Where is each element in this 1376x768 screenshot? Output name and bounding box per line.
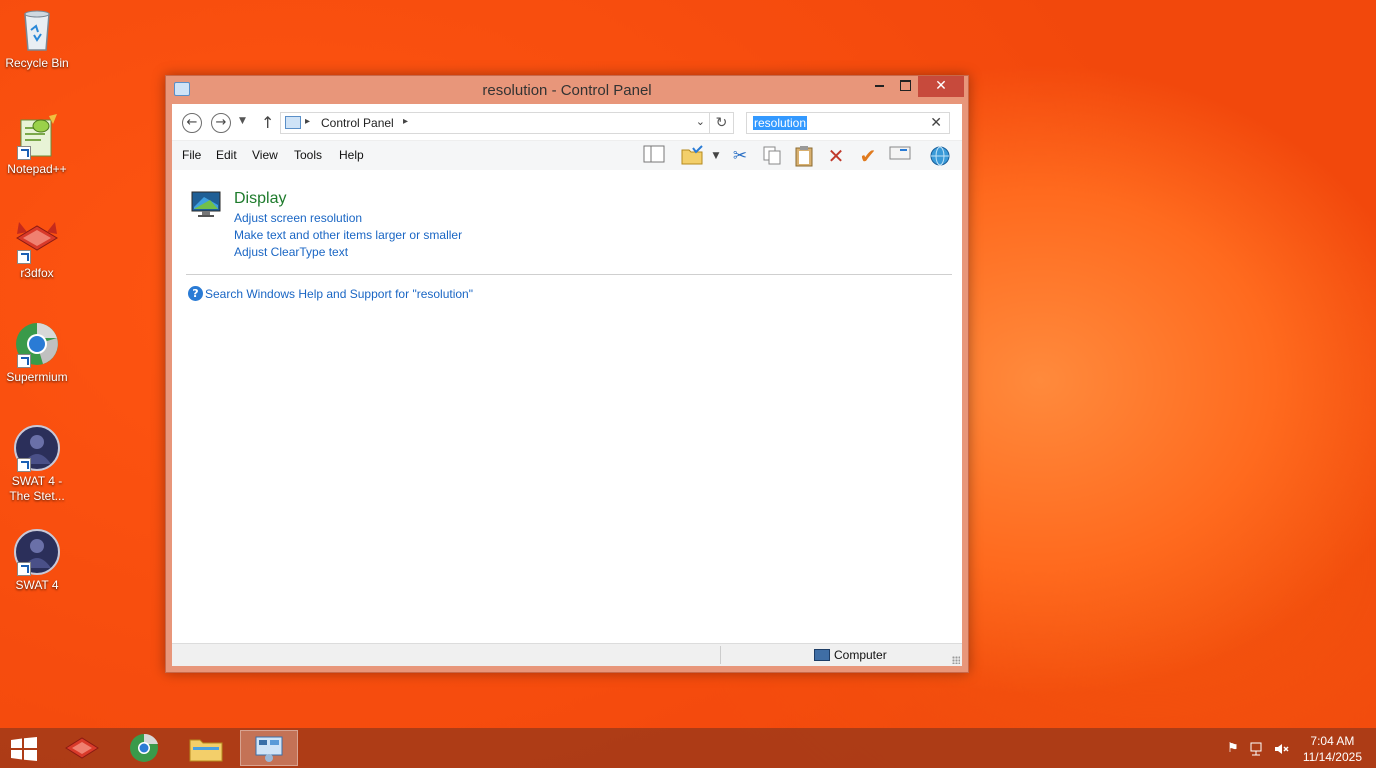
up-button[interactable]: ↑	[261, 113, 274, 132]
notepad-plus-plus-icon	[13, 112, 61, 160]
clock-time: 7:04 AM	[1310, 734, 1355, 748]
shortcut-arrow-icon	[17, 146, 31, 160]
desktop-icon-notepad-plus-plus[interactable]: Notepad++	[0, 112, 74, 177]
chevron-down-icon[interactable]: ⌄	[696, 115, 705, 128]
shortcut-arrow-icon	[17, 250, 31, 264]
chevron-right-icon[interactable]: ▸	[305, 116, 310, 127]
menu-bar: File Edit View Tools Help ▼ ✂ ✕ ✔	[172, 140, 962, 170]
shortcut-arrow-icon	[17, 354, 31, 368]
search-input-value[interactable]: resolution	[753, 116, 808, 130]
windows-logo-icon	[11, 737, 37, 761]
navigation-bar: ← → ▼ ↑ ▸ Control Panel ▸ ⌄ ↻ resolution…	[172, 104, 962, 140]
forward-button[interactable]: →	[211, 113, 231, 133]
taskbar: ⚑ 7:04 AM 11/14/2025	[0, 728, 1376, 768]
copy-icon[interactable]	[760, 145, 784, 167]
taskbar-file-explorer[interactable]	[177, 730, 235, 766]
file-explorer-icon	[189, 739, 223, 762]
desktop-icon-supermium[interactable]: Supermium	[0, 320, 74, 385]
breadcrumb-control-panel[interactable]: Control Panel	[321, 116, 394, 130]
clock-date: 11/14/2025	[1302, 750, 1362, 764]
help-question-icon: ?	[188, 286, 203, 301]
volume-muted-icon[interactable]	[1273, 741, 1289, 757]
clear-search-icon[interactable]: ✕	[930, 114, 942, 131]
desktop-icon-swat4[interactable]: SWAT 4	[0, 528, 74, 593]
taskbar-r3dfox[interactable]	[53, 730, 111, 766]
menu-help[interactable]: Help	[339, 148, 364, 162]
text-size-link[interactable]: Make text and other items larger or smal…	[234, 228, 462, 242]
taskbar-supermium[interactable]	[115, 730, 173, 766]
desktop-icon-label: SWAT 4 -	[11, 474, 63, 488]
search-input[interactable]: resolution ✕	[746, 112, 950, 134]
supermium-icon	[13, 320, 61, 368]
action-center-flag-icon[interactable]: ⚑	[1225, 741, 1241, 757]
globe-icon[interactable]	[928, 145, 952, 167]
desktop-icon-r3dfox[interactable]: r3dfox	[0, 216, 74, 281]
shortcut-arrow-icon	[17, 562, 31, 576]
refresh-button[interactable]: ↻	[710, 112, 734, 134]
cleartype-link[interactable]: Adjust ClearType text	[234, 245, 348, 259]
taskbar-control-panel[interactable]	[240, 730, 298, 766]
desktop-icon-label-line2: The Stet...	[9, 489, 65, 503]
control-panel-icon	[255, 736, 283, 762]
menu-tools[interactable]: Tools	[294, 148, 322, 162]
maximize-button[interactable]	[892, 76, 918, 97]
menu-view[interactable]: View	[252, 148, 278, 162]
swat4-stetchkov-icon	[13, 424, 61, 472]
delete-icon[interactable]: ✕	[824, 145, 848, 167]
address-bar[interactable]: ▸ Control Panel ▸ ⌄	[280, 112, 710, 134]
chevron-down-icon[interactable]: ▼	[704, 145, 728, 167]
desktop-icon-label: Recycle Bin	[5, 56, 69, 70]
cut-icon[interactable]: ✂	[728, 145, 752, 167]
chevron-right-icon[interactable]: ▸	[403, 116, 408, 127]
paste-icon[interactable]	[792, 145, 816, 167]
desktop-icon-swat4-stetchkov[interactable]: SWAT 4 - The Stet...	[0, 424, 74, 504]
menu-file[interactable]: File	[182, 148, 201, 162]
search-help-link[interactable]: Search Windows Help and Support for "res…	[205, 287, 473, 301]
window-client-area: ← → ▼ ↑ ▸ Control Panel ▸ ⌄ ↻ resolution…	[172, 104, 962, 666]
divider	[186, 274, 952, 275]
taskbar-clock[interactable]: 7:04 AM 11/14/2025	[1303, 733, 1362, 765]
desktop-icon-label: Supermium	[6, 370, 68, 384]
desktop-icon-recycle-bin[interactable]: Recycle Bin	[0, 6, 74, 71]
rename-icon[interactable]	[888, 145, 912, 167]
resize-grip[interactable]	[952, 656, 960, 664]
control-panel-window[interactable]: resolution - Control Panel ✕ ← → ▼ ↑ ▸ C…	[165, 75, 969, 673]
display-category-link[interactable]: Display	[234, 190, 286, 208]
network-icon[interactable]	[1249, 741, 1265, 757]
window-title: resolution - Control Panel	[482, 82, 652, 99]
folder-options-icon[interactable]	[680, 145, 704, 167]
recycle-bin-icon	[13, 6, 61, 54]
status-divider	[720, 646, 721, 664]
recent-locations-dropdown[interactable]: ▼	[239, 116, 246, 126]
layout-icon[interactable]	[642, 145, 666, 167]
status-bar: Computer	[172, 643, 962, 666]
shortcut-arrow-icon	[17, 458, 31, 472]
adjust-resolution-link[interactable]: Adjust screen resolution	[234, 211, 362, 225]
start-button[interactable]	[10, 737, 38, 761]
supermium-icon	[130, 733, 158, 762]
search-results-pane: Display Adjust screen resolution Make te…	[172, 170, 962, 643]
control-panel-icon	[285, 116, 301, 129]
display-monitor-icon[interactable]	[190, 188, 222, 220]
desktop-icon-label: SWAT 4	[15, 578, 59, 592]
menu-edit[interactable]: Edit	[216, 148, 237, 162]
computer-icon	[814, 649, 830, 661]
properties-check-icon[interactable]: ✔	[856, 145, 880, 167]
status-zone-label: Computer	[834, 648, 887, 662]
title-bar[interactable]: resolution - Control Panel ✕	[166, 76, 968, 104]
back-button[interactable]: ←	[182, 113, 202, 133]
desktop-icon-label: r3dfox	[20, 266, 54, 280]
r3dfox-icon	[65, 737, 99, 759]
swat4-icon	[13, 528, 61, 576]
r3dfox-icon	[13, 216, 61, 264]
close-button[interactable]: ✕	[918, 76, 964, 97]
minimize-button[interactable]	[866, 76, 892, 97]
desktop-icon-label: Notepad++	[7, 162, 67, 176]
